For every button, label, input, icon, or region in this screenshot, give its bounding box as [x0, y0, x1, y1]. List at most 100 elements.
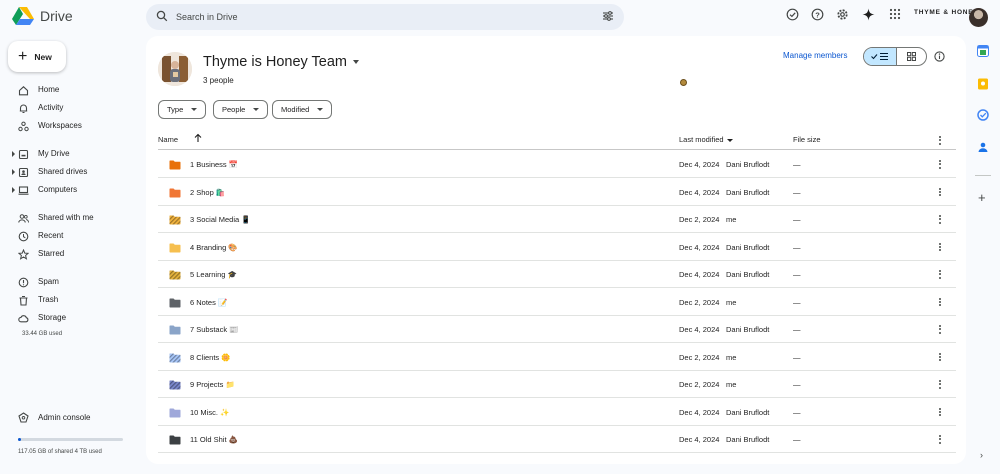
- manage-members-link[interactable]: Manage members: [783, 51, 847, 60]
- drive-logo[interactable]: Drive: [12, 6, 73, 26]
- table-row[interactable]: 1 Business 📅 Dec 4, 2024 Dani Bruflodt —: [158, 151, 956, 178]
- sort-arrow-up-icon[interactable]: [194, 133, 202, 143]
- filter-label: Type: [167, 105, 184, 114]
- info-icon[interactable]: [934, 51, 945, 62]
- admin-console-link[interactable]: Admin console: [18, 412, 90, 423]
- more-options-icon[interactable]: [939, 435, 942, 445]
- more-options-icon[interactable]: [939, 242, 942, 253]
- search-options-icon[interactable]: [602, 10, 614, 22]
- help-icon[interactable]: ?: [811, 8, 824, 21]
- table-row[interactable]: 9 Projects 📁 Dec 2, 2024 me —: [158, 371, 956, 398]
- expand-caret-icon[interactable]: [12, 187, 15, 193]
- search-input[interactable]: [176, 8, 576, 26]
- keep-icon[interactable]: [977, 78, 989, 90]
- chevron-down-icon: [317, 108, 324, 111]
- sidebar-item-trash[interactable]: Trash: [0, 291, 140, 309]
- column-file-size[interactable]: File size: [793, 135, 821, 144]
- more-options-icon[interactable]: [939, 270, 942, 280]
- search-bar[interactable]: [146, 4, 624, 30]
- file-name-text: 4 Branding: [190, 242, 227, 252]
- file-size: —: [793, 352, 801, 362]
- app-name: Drive: [40, 8, 73, 24]
- column-last-modified[interactable]: Last modified: [679, 135, 733, 144]
- more-options-icon[interactable]: [939, 187, 942, 198]
- filter-type-chip[interactable]: Type: [158, 100, 207, 119]
- more-options-icon[interactable]: [939, 136, 942, 146]
- checkmark-list-icon: [871, 52, 888, 61]
- calendar-icon[interactable]: [977, 45, 989, 57]
- sidebar-item-label: My Drive: [38, 149, 70, 158]
- sidebar-item-storage[interactable]: Storage: [0, 309, 140, 327]
- computer-icon: [18, 186, 29, 195]
- table-row[interactable]: 8 Clients 🌼 Dec 2, 2024 me —: [158, 344, 956, 371]
- modified-date: Dec 4, 2024: [679, 187, 720, 197]
- top-bar: Drive ? THY: [0, 0, 1000, 36]
- table-row[interactable]: 11 Old Shit 💩 Dec 4, 2024 Dani Bruflodt —: [158, 426, 956, 453]
- contacts-icon[interactable]: [977, 141, 989, 153]
- table-row[interactable]: 5 Learning 🎓 Dec 4, 2024 Dani Bruflodt —: [158, 261, 956, 288]
- more-options-icon[interactable]: [939, 352, 942, 363]
- tasks-icon[interactable]: [977, 109, 989, 121]
- expand-caret-icon[interactable]: [12, 151, 15, 157]
- star-icon: [18, 249, 29, 260]
- modified-by: me: [726, 215, 737, 224]
- file-emoji: ✨: [220, 407, 230, 417]
- sidebar-item-activity[interactable]: Activity: [0, 99, 140, 117]
- grid-view-button[interactable]: [897, 48, 926, 65]
- more-options-icon[interactable]: [939, 297, 942, 308]
- sidebar-item-label: Workspaces: [38, 121, 82, 130]
- apps-grid-icon[interactable]: [889, 8, 901, 20]
- table-row[interactable]: 7 Substack 📰 Dec 4, 2024 Dani Bruflodt —: [158, 316, 956, 343]
- new-button[interactable]: + New: [8, 41, 66, 72]
- more-options-icon[interactable]: [939, 325, 942, 335]
- grid-icon: [907, 52, 916, 61]
- list-view-button[interactable]: [864, 48, 897, 65]
- filter-modified-chip[interactable]: Modified: [272, 100, 333, 119]
- column-name[interactable]: Name: [158, 135, 178, 144]
- sidebar-item-label: Starred: [38, 249, 65, 258]
- folder-icon: [169, 325, 181, 335]
- sidebar-item-recent[interactable]: Recent: [0, 227, 140, 245]
- file-name-text: 9 Projects: [190, 380, 224, 389]
- search-icon[interactable]: [156, 10, 168, 22]
- modified-date: Dec 4, 2024: [679, 407, 720, 417]
- file-size: —: [793, 435, 801, 444]
- settings-gear-icon[interactable]: [836, 8, 849, 21]
- file-emoji: 🌼: [221, 352, 231, 362]
- expand-caret-icon[interactable]: [12, 169, 15, 175]
- sidebar-item-workspaces[interactable]: Workspaces: [0, 117, 140, 135]
- sidebar-item-my-drive[interactable]: My Drive: [0, 145, 140, 163]
- view-toggle[interactable]: [863, 47, 927, 66]
- folder-icon: [169, 408, 181, 417]
- sidebar-item-shared-with-me[interactable]: Shared with me: [0, 209, 140, 227]
- table-row[interactable]: 10 Misc. ✨ Dec 4, 2024 Dani Bruflodt —: [158, 399, 956, 426]
- team-title[interactable]: Thyme is Honey Team: [203, 54, 359, 70]
- filter-people-chip[interactable]: People: [213, 100, 269, 119]
- file-size: —: [793, 297, 801, 307]
- sidebar-item-home[interactable]: Home: [0, 81, 140, 99]
- sidebar-item-spam[interactable]: Spam: [0, 273, 140, 291]
- modified-by: me: [726, 380, 737, 389]
- file-size: —: [793, 160, 801, 169]
- storage-quota-text: 117.05 GB of shared 4 TB used: [18, 449, 102, 455]
- sidebar-item-shared-drives[interactable]: Shared drives: [0, 163, 140, 181]
- table-row[interactable]: 2 Shop 🛍️ Dec 4, 2024 Dani Bruflodt —: [158, 179, 956, 206]
- file-name: 1 Business 📅: [190, 160, 238, 169]
- account-avatar[interactable]: [969, 8, 988, 27]
- more-options-icon[interactable]: [939, 215, 942, 225]
- offline-ready-icon[interactable]: [786, 8, 799, 21]
- people-count[interactable]: 3 people: [203, 76, 234, 85]
- add-addon-icon[interactable]: +: [978, 191, 986, 204]
- shared-drives-icon: [18, 167, 29, 178]
- sidebar-item-computers[interactable]: Computers: [0, 181, 140, 199]
- table-row[interactable]: 4 Branding 🎨 Dec 4, 2024 Dani Bruflodt —: [158, 234, 956, 261]
- table-row[interactable]: 6 Notes 📝 Dec 2, 2024 me —: [158, 289, 956, 316]
- more-options-icon[interactable]: [939, 380, 942, 390]
- gemini-sparkle-icon[interactable]: [862, 8, 875, 21]
- more-options-icon[interactable]: [939, 160, 942, 170]
- more-options-icon[interactable]: [939, 407, 942, 418]
- chevron-right-icon[interactable]: ›: [980, 450, 983, 460]
- modified-date: Dec 4, 2024: [679, 242, 720, 252]
- table-row[interactable]: 3 Social Media 📱 Dec 2, 2024 me —: [158, 206, 956, 233]
- sidebar-item-starred[interactable]: Starred: [0, 245, 140, 263]
